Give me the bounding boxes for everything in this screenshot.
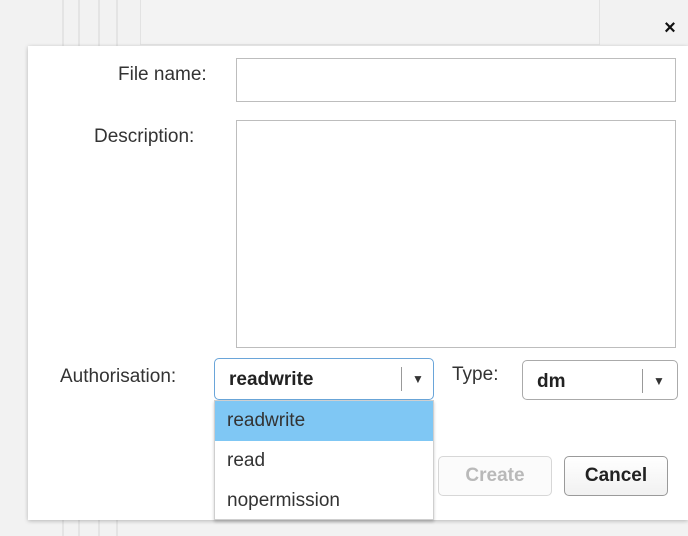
select-divider: [401, 367, 402, 391]
dropdown-option-read[interactable]: read: [215, 441, 433, 481]
close-icon[interactable]: ×: [660, 18, 680, 38]
file-name-input[interactable]: [236, 58, 676, 102]
create-button[interactable]: Create: [438, 456, 552, 496]
select-divider: [642, 369, 643, 393]
authorisation-dropdown-list: readwrite read nopermission: [214, 400, 434, 520]
cancel-button[interactable]: Cancel: [564, 456, 668, 496]
background-panel: [140, 0, 600, 45]
authorisation-selected-value: readwrite: [229, 369, 314, 390]
chevron-down-icon[interactable]: ▼: [653, 374, 665, 388]
type-label: Type:: [452, 364, 499, 385]
dropdown-option-readwrite[interactable]: readwrite: [215, 401, 433, 441]
description-textarea[interactable]: [236, 120, 676, 348]
type-select[interactable]: dm ▼: [522, 360, 678, 400]
chevron-down-icon[interactable]: ▼: [412, 372, 424, 386]
description-label: Description:: [94, 126, 195, 147]
dropdown-option-nopermission[interactable]: nopermission: [215, 481, 433, 521]
authorisation-select[interactable]: readwrite ▼: [214, 358, 434, 400]
file-name-label: File name:: [118, 64, 207, 85]
authorisation-label: Authorisation:: [60, 366, 177, 387]
type-selected-value: dm: [537, 371, 566, 392]
